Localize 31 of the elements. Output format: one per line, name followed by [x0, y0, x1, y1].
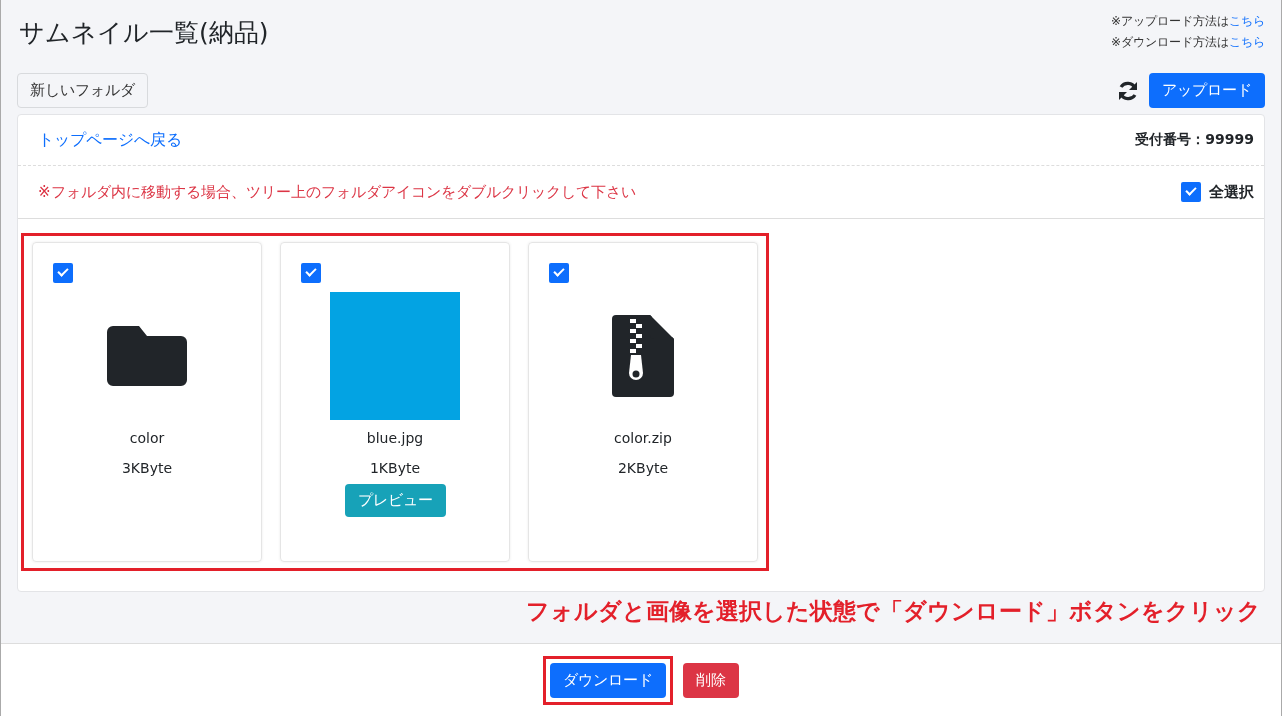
- back-link[interactable]: トップページへ戻る: [38, 129, 182, 151]
- zip-file-icon: [612, 315, 674, 397]
- file-size: 3KByte: [121, 460, 173, 476]
- preview-button[interactable]: プレビュー: [344, 484, 446, 517]
- file-card[interactable]: blue.jpg 1KByte プレビュー: [280, 242, 510, 562]
- file-name: color: [129, 430, 165, 446]
- file-card[interactable]: color.zip 2KByte: [528, 242, 758, 562]
- new-folder-button[interactable]: 新しいフォルダ: [17, 73, 148, 108]
- receipt-number: 受付番号：99999: [1135, 131, 1254, 149]
- checkbox[interactable]: [53, 263, 73, 283]
- annotation-text: フォルダと画像を選択した状態で「ダウンロード」ボタンをクリック: [525, 597, 1261, 626]
- file-size: 1KByte: [369, 460, 421, 476]
- help-note: ※アップロード方法はこちら: [1110, 13, 1265, 30]
- checkbox[interactable]: [1181, 182, 1201, 202]
- checkbox[interactable]: [301, 263, 321, 283]
- download-button[interactable]: ダウンロード: [550, 662, 666, 698]
- folder-icon: [107, 326, 187, 386]
- select-all-label[interactable]: 全選択: [1209, 182, 1254, 202]
- file-name: blue.jpg: [366, 430, 424, 446]
- checkbox[interactable]: [549, 263, 569, 283]
- help-note: ※ダウンロード方法はこちら: [1110, 34, 1265, 51]
- refresh-icon[interactable]: [1117, 79, 1139, 102]
- delete-button[interactable]: 削除: [683, 662, 739, 698]
- notice-text: ※フォルダ内に移動する場合、ツリー上のフォルダアイコンをダブルクリックして下さい: [38, 182, 636, 202]
- file-card[interactable]: color 3KByte: [32, 242, 262, 562]
- file-name: color.zip: [614, 430, 672, 446]
- upload-button[interactable]: アップロード: [1149, 73, 1265, 108]
- page-title: サムネイル一覧(納品): [19, 17, 269, 49]
- help-link[interactable]: こちら: [1229, 14, 1265, 28]
- help-link[interactable]: こちら: [1229, 35, 1265, 49]
- file-size: 2KByte: [617, 460, 669, 476]
